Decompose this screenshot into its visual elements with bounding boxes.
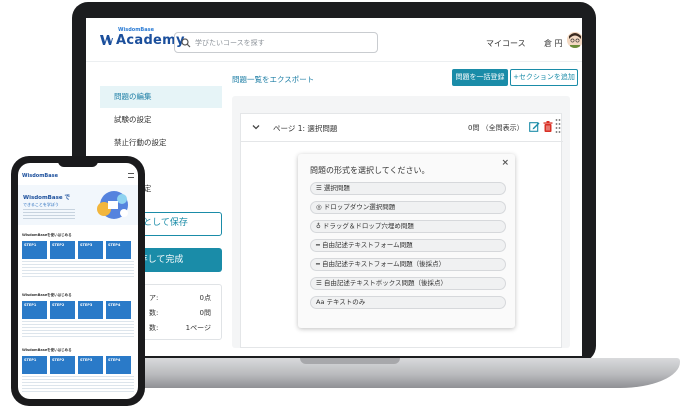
option-multiple-choice[interactable]: ☰ 選択問題	[310, 182, 506, 195]
trash-icon[interactable]	[543, 121, 553, 132]
step-card[interactable]: STEP1	[22, 241, 47, 259]
page-question-count: 0問 （全問表示）	[468, 124, 524, 132]
phone-section-title: WisdomBaseを使いはじめる	[22, 348, 72, 352]
step-card[interactable]: STEP4	[106, 241, 131, 259]
phone-section-text-lines	[22, 261, 134, 279]
modal-title: 問題の形式を選択してください。	[310, 166, 430, 175]
phone-section-text-lines	[22, 321, 134, 339]
phone-section-1: WisdomBaseを使いはじめる STEP1 STEP2 STEP3 STEP…	[18, 233, 138, 293]
laptop-base-notch	[300, 358, 400, 364]
step-card[interactable]: STEP4	[106, 356, 131, 374]
step-card[interactable]: STEP3	[78, 241, 103, 259]
page-title: ページ 1: 選択問題	[273, 124, 338, 133]
phone-hero-text-lines	[23, 209, 75, 219]
phone-section-2: WisdomBaseを使いはじめる STEP1 STEP2 STEP3 STEP…	[18, 293, 138, 353]
laptop-screen: WisdomBase Academy 学びたいコースを探す マイコース 倉 円	[86, 18, 582, 356]
question-type-modal: × 問題の形式を選択してください。 ☰ 選択問題 ◎ ドロップダウン選択問題 ♁…	[298, 154, 515, 328]
stat-value: 0問	[199, 309, 211, 317]
app-header: WisdomBase Academy 学びたいコースを探す マイコース 倉 円	[86, 18, 582, 62]
avatar[interactable]	[567, 32, 582, 48]
add-section-button[interactable]: +セクションを追加	[510, 69, 578, 86]
phone-notch	[58, 158, 98, 167]
edit-icon[interactable]	[529, 121, 540, 132]
chevron-down-icon[interactable]	[251, 122, 261, 132]
step-card[interactable]: STEP1	[22, 356, 47, 374]
stat-value: 1ページ	[185, 324, 211, 332]
option-free-textbox-later[interactable]: ☰ 自由記述テキストボックス問題（後採点）	[310, 277, 506, 290]
hero-illustration-icon	[97, 191, 128, 219]
step-card[interactable]: STEP2	[50, 356, 75, 374]
phone-section-title: WisdomBaseを使いはじめる	[22, 233, 72, 237]
logo-small-text: WisdomBase	[118, 27, 154, 33]
step-card[interactable]: STEP2	[50, 301, 75, 319]
step-card[interactable]: STEP3	[78, 356, 103, 374]
option-free-text-form-later[interactable]: ━ 自由記述テキストフォーム問題（後採点）	[310, 258, 506, 271]
phone-hero-logo: WisdomBase で	[23, 195, 70, 201]
my-course-link[interactable]: マイコース	[486, 38, 526, 49]
search-icon	[181, 37, 191, 47]
sidebar-item-edit-questions[interactable]: 問題の編集	[100, 86, 222, 108]
device-mockup: WisdomBase Academy 学びたいコースを探す マイコース 倉 円	[0, 0, 694, 409]
avatar-face-icon	[567, 32, 582, 48]
sidebar-item-prohibited-actions[interactable]: 禁止行動の設定	[100, 132, 222, 154]
phone-logo[interactable]: WisdomBase	[22, 173, 58, 179]
stat-value: 0点	[199, 294, 211, 302]
search-input[interactable]: 学びたいコースを探す	[174, 32, 378, 53]
bulk-register-button[interactable]: 問題を一括登録	[452, 69, 508, 86]
phone-screen: WisdomBase WisdomBase で できることを学ぼう Wisdom…	[18, 163, 138, 399]
user-name[interactable]: 倉 円	[544, 38, 563, 49]
question-type-list: ☰ 選択問題 ◎ ドロップダウン選択問題 ♁ ドラッグ＆ドロップ穴埋め問題 ━ …	[310, 182, 506, 315]
export-questions-link[interactable]: 問題一覧をエクスポート	[232, 74, 314, 85]
sidebar-item-exam-settings[interactable]: 試験の設定	[100, 109, 222, 131]
option-text-only[interactable]: Aa テキストのみ	[310, 296, 506, 309]
close-icon[interactable]: ×	[501, 158, 509, 168]
page-header-row: ページ 1: 選択問題 0問 （全問表示）	[241, 114, 563, 142]
option-free-text-form[interactable]: ━ 自由記述テキストフォーム問題	[310, 239, 506, 252]
drag-handle-icon[interactable]	[555, 118, 561, 136]
academy-logo[interactable]: WisdomBase Academy	[100, 27, 185, 48]
phone-section-title: WisdomBaseを使いはじめる	[22, 293, 72, 297]
logo-w-icon	[100, 34, 113, 45]
phone-hero: WisdomBase で できることを学ぼう	[18, 185, 138, 225]
step-card[interactable]: STEP4	[106, 301, 131, 319]
phone-hero-tagline: できることを学ぼう	[23, 202, 59, 207]
phone-steps: STEP1 STEP2 STEP3 STEP4	[22, 301, 131, 319]
hamburger-menu-icon[interactable]	[128, 173, 134, 178]
option-drag-drop[interactable]: ♁ ドラッグ＆ドロップ穴埋め問題	[310, 220, 506, 233]
phone-section-3: WisdomBaseを使いはじめる STEP1 STEP2 STEP3 STEP…	[18, 348, 138, 399]
phone-section-text-lines	[22, 376, 134, 394]
phone-steps: STEP1 STEP2 STEP3 STEP4	[22, 241, 131, 259]
phone-steps: STEP1 STEP2 STEP3 STEP4	[22, 356, 131, 374]
step-card[interactable]: STEP1	[22, 301, 47, 319]
step-card[interactable]: STEP3	[78, 301, 103, 319]
search-placeholder: 学びたいコースを探す	[195, 38, 265, 47]
step-card[interactable]: STEP2	[50, 241, 75, 259]
option-dropdown[interactable]: ◎ ドロップダウン選択問題	[310, 201, 506, 214]
